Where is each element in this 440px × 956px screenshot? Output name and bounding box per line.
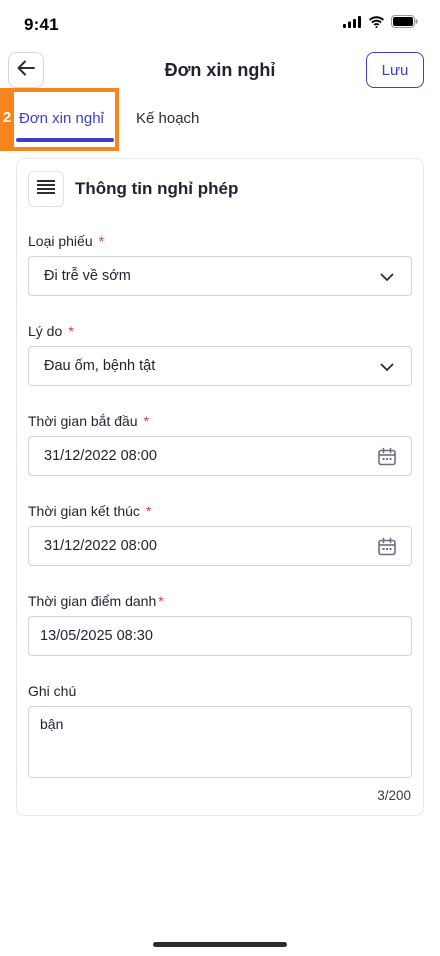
end-time-value: 31/12/2022 08:00	[44, 538, 157, 554]
start-time-value: 31/12/2022 08:00	[44, 448, 157, 464]
chevron-down-icon	[377, 357, 397, 377]
chevron-down-icon	[377, 267, 397, 287]
field-label-text: Thời gian kết thúc	[28, 503, 140, 519]
tab-plan[interactable]: Kế hoạch	[136, 110, 199, 127]
card-header-icon-box	[28, 171, 64, 207]
tab-bar: 2 Đơn xin nghỉ Kế hoạch	[0, 88, 440, 151]
end-time-input[interactable]: 31/12/2022 08:00	[28, 526, 412, 566]
field-label-reason: Lý do *	[28, 323, 74, 339]
active-tab-indicator	[16, 138, 114, 142]
calendar-icon[interactable]	[377, 537, 397, 557]
reason-value: Đau ốm, bệnh tật	[44, 358, 156, 374]
field-label-text: Ghi chú	[28, 683, 77, 699]
char-counter: 3/200	[377, 788, 411, 803]
required-mark: *	[145, 503, 152, 519]
calendar-icon[interactable]	[377, 447, 397, 467]
field-label-end-time: Thời gian kết thúc *	[28, 503, 151, 519]
home-indicator	[153, 942, 287, 947]
start-time-input[interactable]: 31/12/2022 08:00	[28, 436, 412, 476]
required-mark: *	[143, 413, 150, 429]
field-label-start-time: Thời gian bắt đầu *	[28, 413, 149, 429]
status-time: 9:41	[24, 15, 59, 34]
note-value: bận	[40, 716, 64, 732]
leave-type-value: Đi trễ về sớm	[44, 268, 131, 284]
status-icons	[343, 15, 418, 33]
card-title: Thông tin nghỉ phép	[75, 179, 239, 198]
check-in-time-input[interactable]: 13/05/2025 08:30	[28, 616, 412, 656]
reason-select[interactable]: Đau ốm, bệnh tật	[28, 346, 412, 386]
field-label-text: Loại phiếu	[28, 233, 93, 249]
required-mark: *	[98, 233, 105, 249]
menu-lines-icon	[37, 179, 55, 199]
required-mark: *	[68, 323, 74, 339]
field-label-leave-type: Loại phiếu *	[28, 233, 104, 249]
save-button[interactable]: Lưu	[366, 52, 424, 88]
cellular-signal-icon	[343, 15, 362, 33]
step-marker: 2	[0, 88, 14, 150]
field-label-text: Lý do	[28, 323, 63, 339]
field-label-text: Thời gian bắt đầu	[28, 413, 138, 429]
battery-icon	[391, 15, 418, 33]
leave-type-select[interactable]: Đi trễ về sớm	[28, 256, 412, 296]
tab-leave-request[interactable]: Đơn xin nghỉ	[19, 110, 104, 127]
field-label-note: Ghi chú	[28, 683, 76, 699]
check-in-time-value: 13/05/2025 08:30	[40, 628, 153, 644]
navigation-bar: Đơn xin nghỉ Lưu	[0, 50, 440, 90]
field-label-check-in-time: Thời gian điểm danh *	[28, 593, 164, 609]
wifi-icon	[368, 15, 385, 33]
note-textarea[interactable]: bận	[28, 706, 412, 778]
field-label-text: Thời gian điểm danh	[28, 593, 157, 609]
required-mark: *	[158, 593, 164, 609]
leave-info-card: Thông tin nghỉ phép Loại phiếu * Đi trễ v…	[16, 158, 424, 816]
status-bar: 9:41	[0, 0, 440, 50]
